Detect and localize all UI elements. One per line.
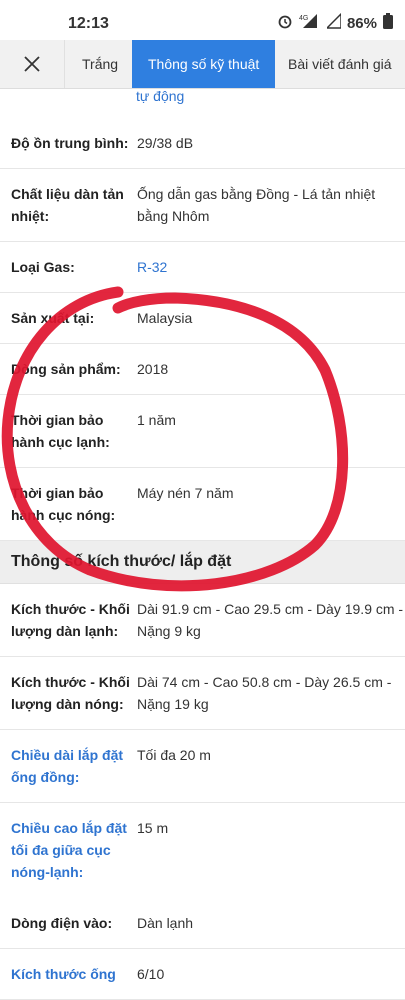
spec-row: Dòng sản phẩm: 2018 (0, 344, 405, 395)
spec-value: Máy nén 7 năm (137, 485, 234, 501)
signal-4g-icon: 4G (299, 13, 321, 33)
spec-label: Dòng sản phẩm: (11, 361, 121, 377)
spec-value: Dài 74 cm - Cao 50.8 cm - Dày 26.5 cm - … (137, 674, 392, 712)
spec-label-link[interactable]: Chiều dài lắp đặt ống đồng: (0, 744, 137, 788)
spec-row: Sản xuất tại: Malaysia (0, 293, 405, 344)
spec-value: Dài 91.9 cm - Cao 29.5 cm - Dày 19.9 cm … (137, 601, 404, 639)
snippet-value[interactable]: tự động (136, 88, 184, 104)
spec-value: Tối đa 20 m (137, 747, 211, 763)
tab-technical-specs[interactable]: Thông số kỹ thuật (132, 40, 276, 88)
signal-icon (325, 12, 342, 33)
spec-label: Dòng điện vào: (11, 915, 113, 931)
spec-label: Thời gian bảo hành cục nóng: (11, 485, 116, 523)
section-title: Thông số kích thước/ lắp đặt (0, 541, 405, 584)
spec-label: Loại Gas: (11, 259, 75, 275)
spec-row: Dòng điện vào: Dàn lạnh (0, 898, 405, 949)
tab-bar: Trắng Thông số kỹ thuật Bài viết đánh gi… (0, 40, 405, 89)
spec-value: Ống dẫn gas bằng Đồng - Lá tản nhiệt bằn… (137, 186, 376, 224)
spec-row: Thời gian bảo hành cục lạnh: 1 năm (0, 395, 405, 468)
spec-value: Dàn lạnh (137, 915, 194, 931)
battery-percent: 86% (346, 14, 377, 32)
spec-label: Chất liệu dàn tản nhiệt: (11, 186, 124, 224)
close-icon (24, 56, 40, 72)
status-time: 12:13 (68, 15, 109, 32)
spec-label: Sản xuất tại: (11, 310, 95, 326)
alarm-icon (277, 13, 293, 33)
spec-value: 1 năm (137, 412, 176, 428)
spec-row: Chất liệu dàn tản nhiệt: Ống dẫn gas bằn… (0, 169, 405, 242)
spec-value: 29/38 dB (137, 135, 194, 151)
spec-row: Chiều dài lắp đặt ống đồng: Tối đa 20 m (0, 730, 405, 803)
spec-label-link[interactable]: Chiều cao lắp đặt tối đa giữa cục nóng-l… (0, 817, 137, 883)
spec-label-link[interactable]: Kích thước ống (0, 963, 137, 985)
battery-icon (383, 13, 393, 33)
spec-row: Kích thước ống 6/10 (0, 949, 405, 1000)
close-button[interactable] (0, 40, 65, 88)
spec-row: Độ ồn trung bình: 29/38 dB (0, 118, 405, 169)
spec-value-link[interactable]: R-32 (137, 256, 405, 278)
tab-reviews[interactable]: Bài viết đánh giá (288, 40, 392, 88)
spec-value: 2018 (137, 361, 169, 377)
spec-row: Chiều cao lắp đặt tối đa giữa cục nóng-l… (0, 803, 405, 898)
status-bar: 12:13 4G 86% (0, 0, 405, 40)
spec-row: Loại Gas: R-32 (0, 242, 405, 293)
status-icons: 4G 86% (277, 12, 393, 33)
spec-label: Độ ồn trung bình: (11, 135, 129, 151)
tab-trang[interactable]: Trắng (82, 40, 118, 88)
spec-value: 6/10 (137, 966, 165, 982)
bottom-bar (0, 892, 405, 900)
spec-value: 15 m (137, 820, 169, 836)
spec-list: Độ ồn trung bình: 29/38 dB Chất liệu dàn… (0, 118, 405, 1000)
spec-label: Kích thước - Khối lượng dàn lạnh: (11, 601, 130, 639)
spec-label: Kích thước - Khối lượng dàn nóng: (11, 674, 130, 712)
spec-value: Malaysia (137, 310, 193, 326)
network-label: 4G (299, 15, 308, 22)
spec-row: Kích thước - Khối lượng dàn lạnh: Dài 91… (0, 584, 405, 657)
spec-row: Thời gian bảo hành cục nóng: Máy nén 7 n… (0, 468, 405, 541)
spec-row: Kích thước - Khối lượng dàn nóng: Dài 74… (0, 657, 405, 730)
spec-label: Thời gian bảo hành cục lạnh: (11, 412, 110, 450)
